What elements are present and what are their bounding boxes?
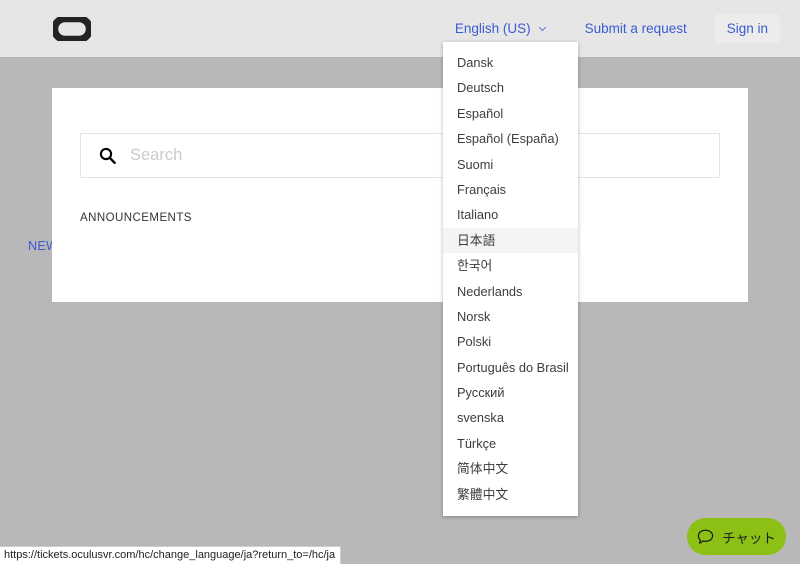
language-option-9[interactable]: Nederlands <box>443 279 578 304</box>
language-option-7[interactable]: 日本語 <box>443 227 578 254</box>
content-card: ANNOUNCEMENTS <box>52 88 748 302</box>
language-option-2[interactable]: Español <box>443 101 578 126</box>
language-option-12[interactable]: Português do Brasil <box>443 355 578 380</box>
language-option-4[interactable]: Suomi <box>443 152 578 177</box>
status-bar-url: https://tickets.oculusvr.com/hc/change_l… <box>0 546 342 564</box>
language-option-11[interactable]: Polski <box>443 329 578 354</box>
submit-request-link[interactable]: Submit a request <box>579 16 693 42</box>
language-option-14[interactable]: svenska <box>443 405 578 430</box>
site-header: English (US) Submit a request Sign in <box>0 0 800 57</box>
language-option-6[interactable]: Italiano <box>443 202 578 227</box>
search-input[interactable] <box>130 146 690 165</box>
chevron-down-icon <box>538 26 546 31</box>
chat-widget-button[interactable]: チャット <box>687 518 786 555</box>
language-dropdown-menu[interactable]: Dansk Deutsch Español Español (España) Suomi… <box>443 42 578 517</box>
search-icon <box>99 147 116 164</box>
chat-bubble-icon <box>697 529 714 544</box>
oculus-logo-icon[interactable] <box>53 17 91 41</box>
search-box[interactable] <box>80 133 720 178</box>
announcements-heading: ANNOUNCEMENTS <box>80 212 192 224</box>
language-option-15[interactable]: Türkçe <box>443 431 578 456</box>
language-selector-button[interactable]: English (US) <box>449 16 553 42</box>
language-option-3[interactable]: Español (España) <box>443 126 578 151</box>
language-option-0[interactable]: Dansk <box>443 50 578 75</box>
language-option-17[interactable]: 繁體中文 <box>443 482 578 507</box>
language-selector-label: English (US) <box>454 20 531 36</box>
chat-widget-label: チャット <box>722 530 776 546</box>
sign-in-button[interactable]: Sign in <box>714 13 780 44</box>
language-option-5[interactable]: Français <box>443 177 578 202</box>
language-option-10[interactable]: Norsk <box>443 304 578 329</box>
language-option-16[interactable]: 简体中文 <box>443 456 578 481</box>
language-option-8[interactable]: 한국어 <box>443 253 578 278</box>
language-option-13[interactable]: Русский <box>443 380 578 405</box>
language-option-1[interactable]: Deutsch <box>443 75 578 100</box>
